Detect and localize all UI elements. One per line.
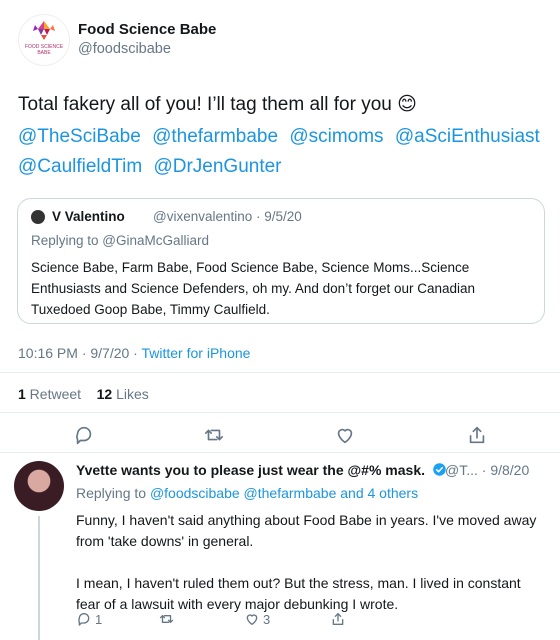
divider xyxy=(0,372,560,373)
like-icon xyxy=(246,614,258,625)
tweet-text: Total fakery all of you! I’ll tag them a… xyxy=(18,94,417,115)
reply-share-button[interactable] xyxy=(330,608,346,630)
reply-reply-button[interactable]: 1 xyxy=(76,608,102,630)
mention-link[interactable]: @TheSciBabe xyxy=(18,126,141,147)
reply-paragraph: I mean, I haven't ruled them out? But th… xyxy=(76,575,521,612)
replying-to-link[interactable]: @GinaMcGalliard xyxy=(102,233,209,248)
mention-link[interactable]: @DrJenGunter xyxy=(153,156,281,177)
display-name[interactable]: Food Science Babe xyxy=(78,21,216,38)
tweet-time[interactable]: 10:16 PM · 9/7/20 · xyxy=(18,345,141,361)
engagement-stats: 1 Retweet 12 Likes xyxy=(18,386,149,402)
thread-line xyxy=(38,516,40,640)
divider xyxy=(0,412,560,413)
reply-tweet-text: Funny, I haven't said anything about Foo… xyxy=(76,510,546,636)
reply-replying-to: Replying to @foodscibabe @thefarmbabe an… xyxy=(76,485,418,501)
quoted-meta: @vixenvalentino · 9/5/20 xyxy=(153,209,302,224)
user-handle[interactable]: @foodscibabe xyxy=(78,41,171,57)
reply-count: 1 xyxy=(95,611,103,627)
tweet-timestamp: 10:16 PM · 9/7/20 · Twitter for iPhone xyxy=(18,345,250,361)
mention-link[interactable]: @scimoms xyxy=(289,126,383,147)
mention-list: @TheSciBabe @thefarmbabe @scimoms @aSciE… xyxy=(18,122,548,182)
mention-link[interactable]: @thefarmbabe xyxy=(152,126,278,147)
replying-to-link[interactable]: @foodscibabe @thefarmbabe and 4 others xyxy=(150,485,418,501)
retweet-icon[interactable] xyxy=(203,424,225,446)
mention-link[interactable]: @aSciEnthusiast xyxy=(395,126,540,147)
reply-retweet-button[interactable] xyxy=(158,608,175,630)
food-science-babe-logo: FOOD SCIENCE BABE xyxy=(25,21,64,56)
quoted-replying-to: Replying to @GinaMcGalliard xyxy=(31,233,209,248)
avatar[interactable]: FOOD SCIENCE BABE xyxy=(18,14,70,66)
like-stat[interactable]: 12 Likes xyxy=(97,386,149,402)
share-icon[interactable] xyxy=(466,424,488,446)
svg-text:BABE: BABE xyxy=(37,50,51,56)
mention-link[interactable]: @CaulfieldTim xyxy=(18,156,142,177)
reply-icon[interactable] xyxy=(73,424,95,446)
reply-meta[interactable]: @T... · 9/8/20 xyxy=(445,462,529,478)
tweet-source[interactable]: Twitter for iPhone xyxy=(141,345,250,361)
reply-display-name[interactable]: Yvette wants you to please just wear the… xyxy=(76,462,447,478)
quoted-display-name: V Valentino xyxy=(52,209,125,224)
reply-icon xyxy=(78,613,90,626)
share-icon xyxy=(332,613,344,625)
retweet-icon xyxy=(159,615,174,623)
divider xyxy=(0,452,560,453)
replying-prefix: Replying to xyxy=(76,485,150,501)
reply-paragraph: Funny, I haven't said anything about Foo… xyxy=(76,512,537,549)
quoted-tweet-text: Science Babe, Farm Babe, Food Science Ba… xyxy=(31,260,476,317)
replying-prefix: Replying to xyxy=(31,233,103,248)
quoted-tweet-card[interactable]: V Valentino @vixenvalentino · 9/5/20 Rep… xyxy=(17,198,545,324)
like-count: 3 xyxy=(263,611,271,627)
reply-like-button[interactable]: 3 xyxy=(244,608,270,630)
retweet-stat[interactable]: 1 Retweet xyxy=(18,386,81,402)
quoted-avatar xyxy=(31,210,45,224)
avatar[interactable] xyxy=(14,461,64,511)
like-icon[interactable] xyxy=(334,424,356,446)
